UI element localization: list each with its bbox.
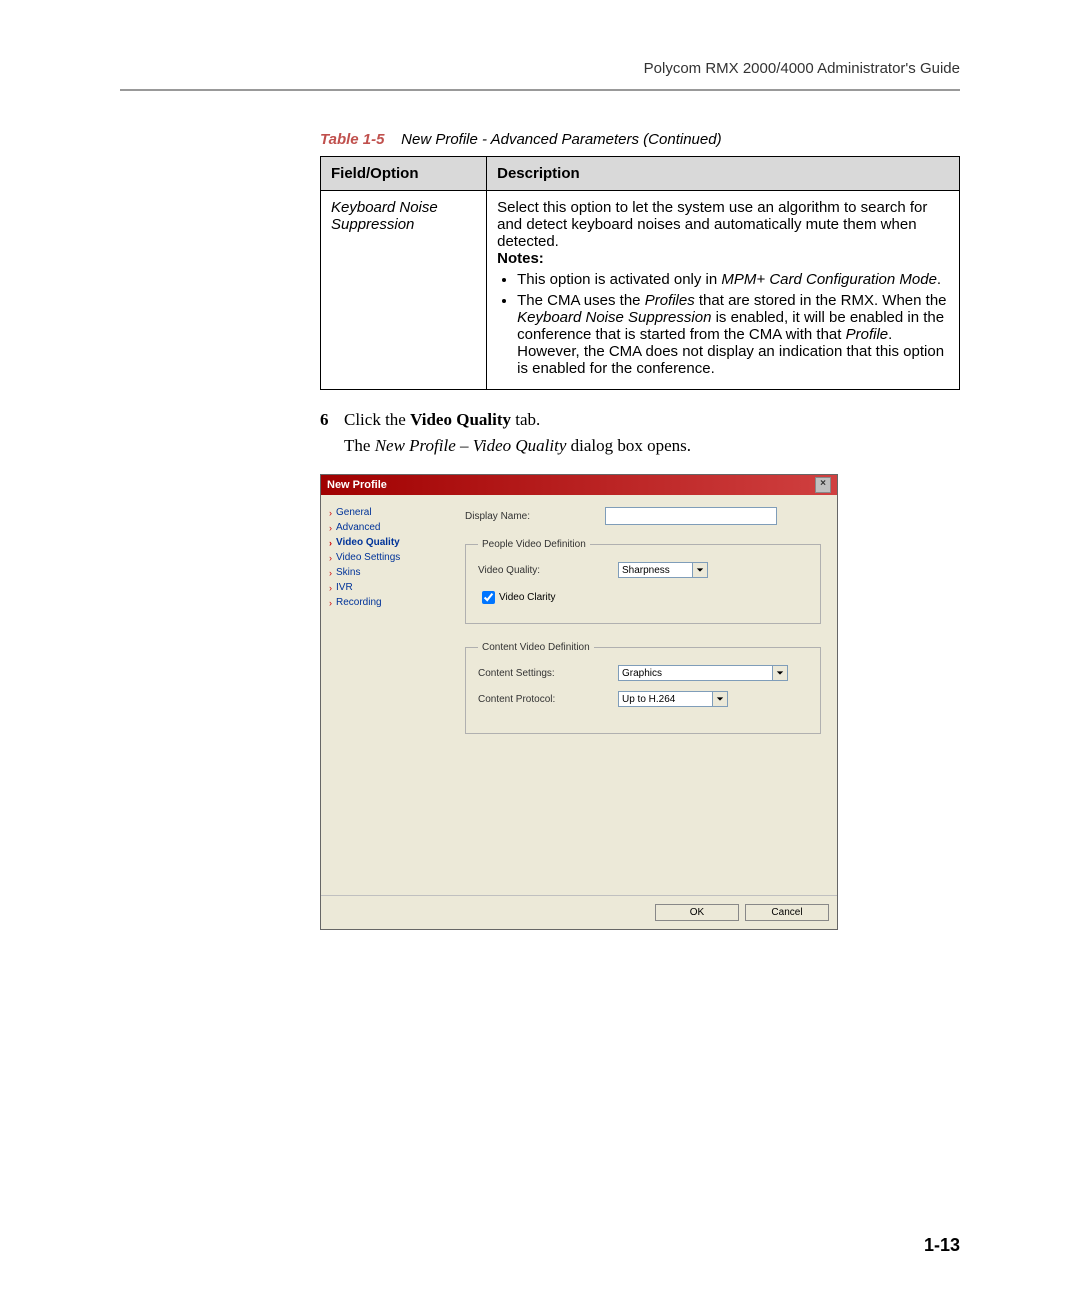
content-settings-label: Content Settings:: [478, 668, 618, 679]
step-pre: Click the: [344, 410, 410, 429]
display-name-row: Display Name:: [465, 507, 821, 525]
table-caption-label: Table 1-5: [320, 131, 384, 148]
dropdown-button[interactable]: [712, 692, 727, 706]
field-cell: Keyboard Noise Suppression: [321, 191, 487, 390]
display-name-label: Display Name:: [465, 511, 605, 522]
dropdown-button[interactable]: [692, 563, 707, 577]
nav-ivr[interactable]: › IVR: [329, 582, 449, 593]
col-field: Field/Option: [321, 157, 487, 191]
notes-label: Notes:: [497, 250, 544, 267]
note2-em1: Profiles: [645, 292, 695, 309]
note-item: This option is activated only in MPM+ Ca…: [517, 271, 949, 288]
chevron-right-icon: ›: [329, 523, 332, 533]
chevron-right-icon: ›: [329, 553, 332, 563]
content-video-definition-fieldset: Content Video Definition Content Setting…: [465, 642, 821, 734]
video-quality-row: Video Quality: Sharpness: [478, 562, 808, 578]
nav-label: Video Quality: [336, 537, 400, 548]
nav-skins[interactable]: › Skins: [329, 567, 449, 578]
note2-em3: Profile: [846, 326, 889, 343]
chevron-right-icon: ›: [329, 583, 332, 593]
note2-em2: Keyboard Noise Suppression: [517, 309, 711, 326]
dlg-sent-pre: The: [344, 436, 375, 455]
content-protocol-label: Content Protocol:: [478, 694, 618, 705]
nav-recording[interactable]: › Recording: [329, 597, 449, 608]
chevron-right-icon: ›: [329, 568, 332, 578]
dialog-title-bar: New Profile ×: [321, 475, 837, 495]
note2-b: that are stored in the RMX. When the: [695, 292, 947, 309]
nav-label: IVR: [336, 582, 353, 593]
dlg-sent-post: dialog box opens.: [566, 436, 691, 455]
content-protocol-row: Content Protocol: Up to H.264: [478, 691, 808, 707]
desc-text: Select this option to let the system use…: [497, 199, 927, 250]
nav-general[interactable]: › General: [329, 507, 449, 518]
chevron-down-icon: [716, 695, 724, 703]
header-rule: [120, 89, 960, 91]
table-header-row: Field/Option Description: [321, 157, 960, 191]
content-settings-row: Content Settings: Graphics: [478, 665, 808, 681]
video-clarity-row: Video Clarity: [478, 588, 808, 607]
content-protocol-value: Up to H.264: [622, 694, 675, 705]
new-profile-dialog: New Profile × › General › Advanced › Video …: [320, 474, 838, 930]
step-text: Click the Video Quality tab.: [344, 410, 540, 430]
note1-post: .: [937, 271, 941, 288]
step-number: 6: [320, 410, 344, 430]
notes-list: This option is activated only in MPM+ Ca…: [497, 271, 949, 377]
nav-video-settings[interactable]: › Video Settings: [329, 552, 449, 563]
dialog-title: New Profile: [327, 479, 387, 491]
chevron-down-icon: [696, 566, 704, 574]
nav-label: Recording: [336, 597, 382, 608]
table-row: Keyboard Noise Suppression Select this o…: [321, 191, 960, 390]
video-quality-value: Sharpness: [622, 565, 670, 576]
col-description: Description: [487, 157, 960, 191]
nav-label: Advanced: [336, 522, 380, 533]
dialog-nav: › General › Advanced › Video Quality › Video…: [321, 495, 457, 895]
dialog-main: Display Name: People Video Definition Vi…: [457, 495, 837, 895]
people-video-definition-fieldset: People Video Definition Video Quality: S…: [465, 539, 821, 624]
video-quality-label: Video Quality:: [478, 565, 618, 576]
table-caption-title: New Profile - Advanced Parameters (Conti…: [401, 131, 721, 148]
video-clarity-label: Video Clarity: [499, 592, 556, 603]
nav-label: General: [336, 507, 372, 518]
page-header: Polycom RMX 2000/4000 Administrator's Gu…: [120, 60, 960, 77]
content-area: Table 1-5 New Profile - Advanced Paramet…: [320, 131, 960, 930]
cancel-button[interactable]: Cancel: [745, 904, 829, 921]
dropdown-button[interactable]: [772, 666, 787, 680]
content-settings-select[interactable]: Graphics: [618, 665, 788, 681]
dialog-body: › General › Advanced › Video Quality › Video…: [321, 495, 837, 895]
content-settings-value: Graphics: [622, 668, 662, 679]
close-button[interactable]: ×: [815, 477, 831, 493]
fs-content-legend: Content Video Definition: [478, 642, 594, 653]
chevron-right-icon: ›: [329, 508, 332, 518]
step-post: tab.: [511, 410, 540, 429]
chevron-down-icon: [776, 669, 784, 677]
note1-em: MPM+ Card Configuration Mode: [721, 271, 937, 288]
page-number: 1-13: [924, 1235, 960, 1256]
parameters-table: Field/Option Description Keyboard Noise …: [320, 156, 960, 390]
dialog-buttons: OK Cancel: [321, 895, 837, 929]
display-name-input[interactable]: [605, 507, 777, 525]
nav-advanced[interactable]: › Advanced: [329, 522, 449, 533]
dialog-open-text: The New Profile – Video Quality dialog b…: [344, 436, 960, 456]
chevron-right-icon: ›: [329, 598, 332, 608]
note1-pre: This option is activated only in: [517, 271, 721, 288]
nav-label: Skins: [336, 567, 360, 578]
video-quality-select[interactable]: Sharpness: [618, 562, 708, 578]
description-cell: Select this option to let the system use…: [487, 191, 960, 390]
document-page: Polycom RMX 2000/4000 Administrator's Gu…: [0, 0, 1080, 1306]
fs-people-legend: People Video Definition: [478, 539, 590, 550]
nav-video-quality[interactable]: › Video Quality: [329, 537, 449, 548]
nav-label: Video Settings: [336, 552, 400, 563]
video-clarity-checkbox[interactable]: [482, 591, 495, 604]
ok-button[interactable]: OK: [655, 904, 739, 921]
chevron-right-icon: ›: [329, 538, 332, 548]
dlg-sent-em: New Profile – Video Quality: [375, 436, 567, 455]
content-protocol-select[interactable]: Up to H.264: [618, 691, 728, 707]
table-caption: Table 1-5 New Profile - Advanced Paramet…: [320, 131, 960, 148]
step-bold: Video Quality: [410, 410, 511, 429]
step-6: 6 Click the Video Quality tab.: [320, 410, 960, 430]
note-item: The CMA uses the Profiles that are store…: [517, 292, 949, 377]
note2-a: The CMA uses the: [517, 292, 645, 309]
